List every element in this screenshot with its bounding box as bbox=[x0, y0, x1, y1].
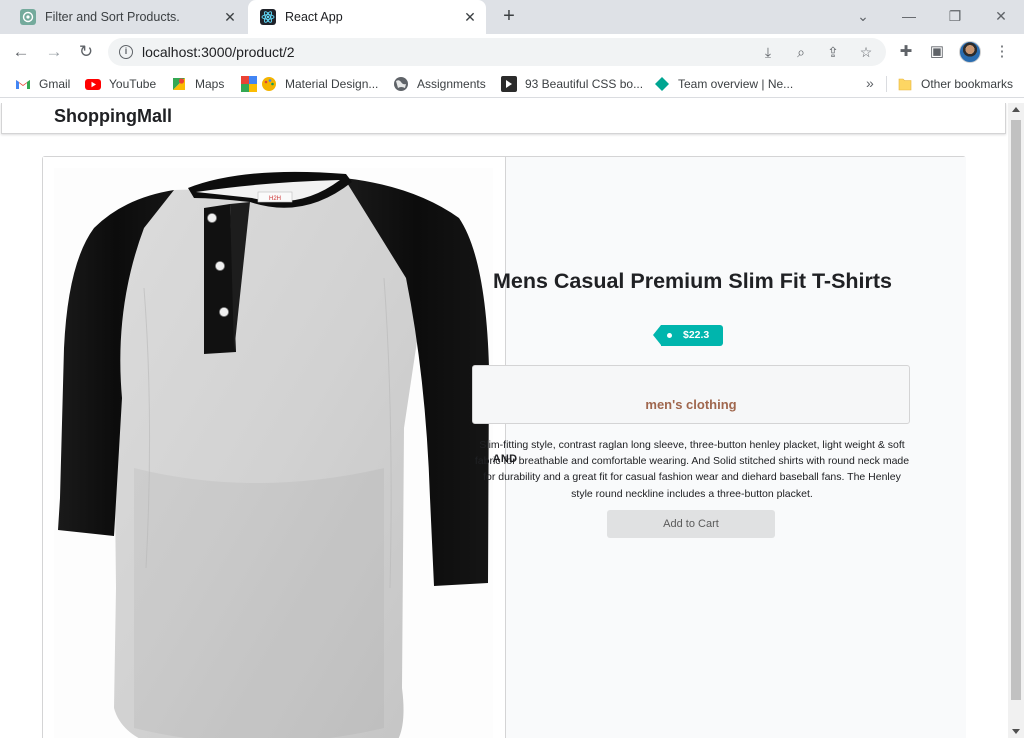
brand-logo[interactable]: ShoppingMall bbox=[54, 106, 172, 127]
tab-title: Filter and Sort Products. bbox=[45, 10, 180, 24]
bookmark-label: Material Design... bbox=[285, 77, 379, 91]
menu-dots-icon[interactable]: ⋮ bbox=[992, 42, 1012, 62]
css-icon bbox=[501, 76, 517, 92]
bookmark-label: YouTube bbox=[109, 77, 157, 91]
page-viewport: ShoppingMall H2H AND Mens Casual Premium… bbox=[0, 103, 1008, 738]
site-info-icon[interactable]: i bbox=[119, 45, 133, 59]
bookmark-material-design[interactable]: Material Design... bbox=[241, 76, 378, 92]
bookmarks-bar: Gmail YouTube Maps Material Design... As… bbox=[0, 70, 1024, 98]
bookmark-label: 93 Beautiful CSS bo... bbox=[525, 77, 644, 91]
tab-strip: Filter and Sort Products. ✕ React App ✕ … bbox=[0, 0, 1024, 34]
restore-icon[interactable]: ❐ bbox=[943, 5, 967, 27]
product-description: Slim-fitting style, contrast raglan long… bbox=[474, 439, 910, 500]
tab-react-app[interactable]: React App ✕ bbox=[248, 0, 486, 34]
bookmarks-separator bbox=[886, 76, 887, 92]
browser-toolbar: ← → ↻ i localhost:3000/product/2 ⤓ ⌕ ⇪ ☆… bbox=[0, 34, 1024, 70]
bookmark-team-overview[interactable]: Team overview | Ne... bbox=[654, 76, 793, 92]
reload-icon[interactable]: ↻ bbox=[75, 41, 97, 63]
bookmark-css-buttons[interactable]: 93 Beautiful CSS bo... bbox=[501, 76, 643, 92]
url-text[interactable]: localhost:3000/product/2 bbox=[142, 44, 295, 60]
bookmark-label: Other bookmarks bbox=[921, 77, 1014, 91]
scroll-up-icon[interactable] bbox=[1012, 107, 1020, 112]
bookmark-other[interactable]: Other bookmarks bbox=[897, 76, 1013, 92]
bookmark-label: Team overview | Ne... bbox=[678, 77, 794, 91]
category-label: men's clothing bbox=[645, 397, 737, 412]
bookmark-label: Maps bbox=[195, 77, 225, 91]
minimize-icon[interactable]: — bbox=[897, 5, 921, 27]
side-panel-icon[interactable]: ▣ bbox=[927, 42, 947, 62]
install-icon[interactable]: ⤓ bbox=[759, 43, 777, 61]
address-bar[interactable]: i localhost:3000/product/2 ⤓ ⌕ ⇪ ☆ bbox=[108, 38, 886, 66]
diamond-icon bbox=[655, 77, 669, 91]
maps-icon bbox=[173, 78, 185, 90]
new-tab-icon[interactable]: + bbox=[499, 6, 519, 26]
add-to-cart-button[interactable]: Add to Cart bbox=[607, 510, 775, 538]
bookmark-label: Gmail bbox=[39, 77, 71, 91]
product-image-column: H2H bbox=[43, 157, 505, 738]
scrollbar-thumb[interactable] bbox=[1011, 120, 1021, 700]
page-scrollbar[interactable] bbox=[1008, 103, 1024, 738]
forward-icon[interactable]: → bbox=[43, 41, 65, 63]
bookmark-gmail[interactable]: Gmail bbox=[15, 76, 70, 92]
material-design-icon bbox=[241, 76, 257, 92]
close-window-icon[interactable]: ✕ bbox=[989, 5, 1013, 27]
bookmark-label: Assignments bbox=[417, 77, 486, 91]
more-bookmarks-chevron-icon[interactable]: » bbox=[866, 75, 874, 91]
chatgpt-icon bbox=[20, 9, 36, 25]
bookmark-youtube[interactable]: YouTube bbox=[85, 76, 156, 92]
bookmark-assignments[interactable]: Assignments bbox=[393, 76, 486, 92]
tab-search-chevron-icon[interactable]: ⌄ bbox=[851, 5, 875, 27]
globe-icon bbox=[394, 77, 408, 91]
palette-icon bbox=[262, 77, 276, 91]
folder-icon bbox=[898, 78, 912, 91]
tab-title: React App bbox=[285, 10, 343, 24]
extensions-icon[interactable]: ✚ bbox=[896, 42, 916, 62]
tshirt-image: H2H bbox=[58, 171, 489, 738]
youtube-icon bbox=[85, 79, 101, 90]
tab-filter-sort[interactable]: Filter and Sort Products. ✕ bbox=[8, 0, 246, 34]
back-icon[interactable]: ← bbox=[10, 41, 32, 63]
product-image: H2H bbox=[54, 168, 493, 738]
bookmark-maps[interactable]: Maps bbox=[171, 76, 224, 92]
scroll-down-icon[interactable] bbox=[1012, 729, 1020, 734]
bookmark-star-icon[interactable]: ☆ bbox=[857, 43, 875, 61]
zoom-icon[interactable]: ⌕ bbox=[792, 43, 810, 61]
gmail-icon bbox=[16, 80, 30, 89]
react-icon bbox=[260, 9, 276, 25]
share-icon[interactable]: ⇪ bbox=[824, 43, 842, 61]
label-text: H2H bbox=[269, 196, 281, 202]
category-segment: men's clothing bbox=[472, 365, 910, 424]
profile-avatar[interactable] bbox=[959, 41, 981, 63]
product-title: Mens Casual Premium Slim Fit T-Shirts bbox=[492, 269, 893, 293]
close-tab-icon[interactable]: ✕ bbox=[462, 9, 478, 25]
site-header: ShoppingMall bbox=[1, 103, 1006, 134]
price-tag: $22.3 bbox=[653, 325, 723, 346]
close-tab-icon[interactable]: ✕ bbox=[222, 9, 238, 25]
